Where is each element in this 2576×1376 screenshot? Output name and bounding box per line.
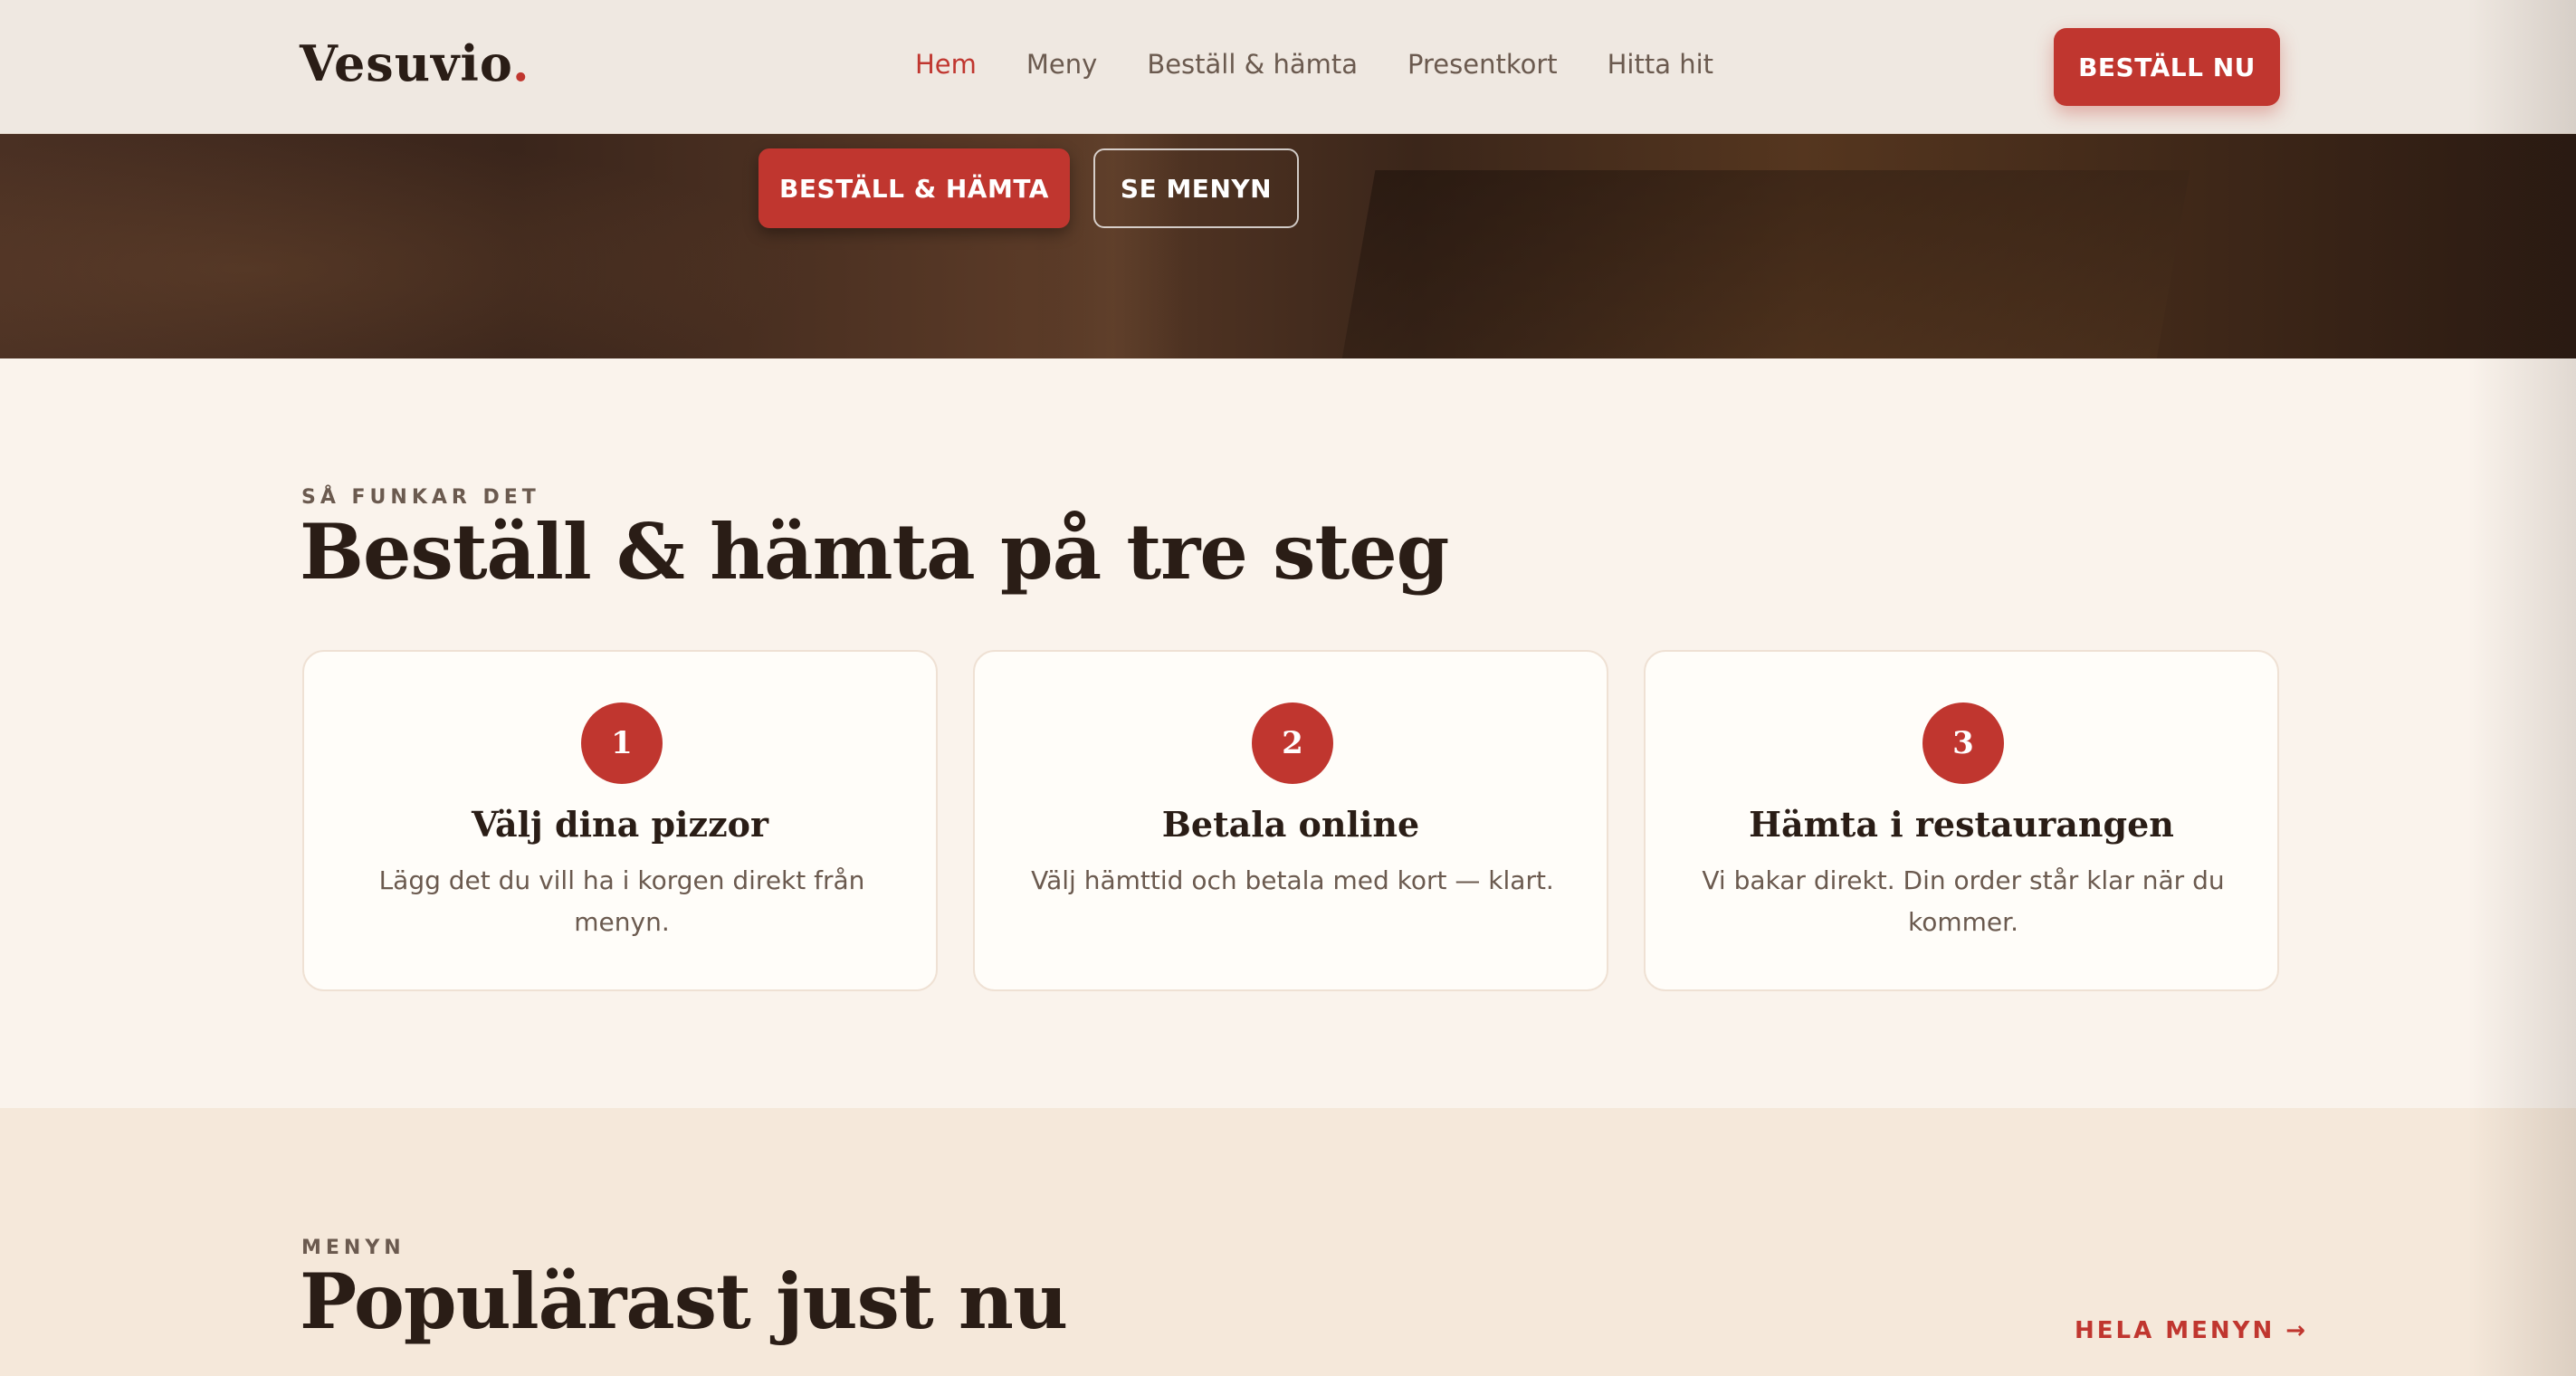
step-description: Lägg det du vill ha i korgen direkt från… — [378, 865, 865, 937]
step-description: Välj hämttid och betala med kort — klart… — [1031, 865, 1554, 895]
order-now-button[interactable]: BESTÄLL NU — [2054, 28, 2280, 106]
step-title: Hämta i restaurangen — [1749, 804, 2174, 845]
site-header: Vesuvio. Hem Meny Beställ & hämta Presen… — [0, 0, 2576, 134]
hero-image-shade — [0, 134, 815, 358]
hero-image-shade — [1340, 170, 2190, 358]
main-nav: Hem Meny Beställ & hämta Presentkort Hit… — [915, 49, 1713, 80]
nav-item-bestall-hamta[interactable]: Beställ & hämta — [1147, 49, 1358, 80]
step-title: Välj dina pizzor — [471, 804, 769, 845]
step-number-badge: 2 — [1252, 702, 1333, 784]
step-number-badge: 1 — [581, 702, 663, 784]
nav-item-presentkort[interactable]: Presentkort — [1407, 49, 1558, 80]
section-title: Populärast just nu — [300, 1257, 1068, 1346]
logo-dot: . — [511, 34, 530, 92]
step-card: 2 Betala online Välj hämttid och betala … — [973, 650, 1608, 991]
nav-item-meny[interactable]: Meny — [1026, 49, 1097, 80]
step-number-badge: 3 — [1922, 702, 2004, 784]
logo[interactable]: Vesuvio. — [300, 34, 530, 92]
see-menu-button[interactable]: SE MENYN — [1093, 148, 1299, 228]
nav-item-hem[interactable]: Hem — [915, 49, 977, 80]
order-pickup-button[interactable]: BESTÄLL & HÄMTA — [758, 148, 1070, 228]
step-card: 1 Välj dina pizzor Lägg det du vill ha i… — [302, 650, 938, 991]
nav-item-hitta-hit[interactable]: Hitta hit — [1608, 49, 1713, 80]
full-menu-link[interactable]: HELA MENYN → — [2075, 1317, 2308, 1344]
section-title: Beställ & hämta på tre steg — [300, 507, 1449, 597]
section-eyebrow: SÅ FUNKAR DET — [301, 486, 540, 509]
step-title: Betala online — [1161, 804, 1420, 845]
step-description: Vi bakar direkt. Din order står klar när… — [1702, 865, 2225, 937]
step-card: 3 Hämta i restaurangen Vi bakar direkt. … — [1644, 650, 2279, 991]
logo-text: Vesuvio — [300, 34, 512, 92]
